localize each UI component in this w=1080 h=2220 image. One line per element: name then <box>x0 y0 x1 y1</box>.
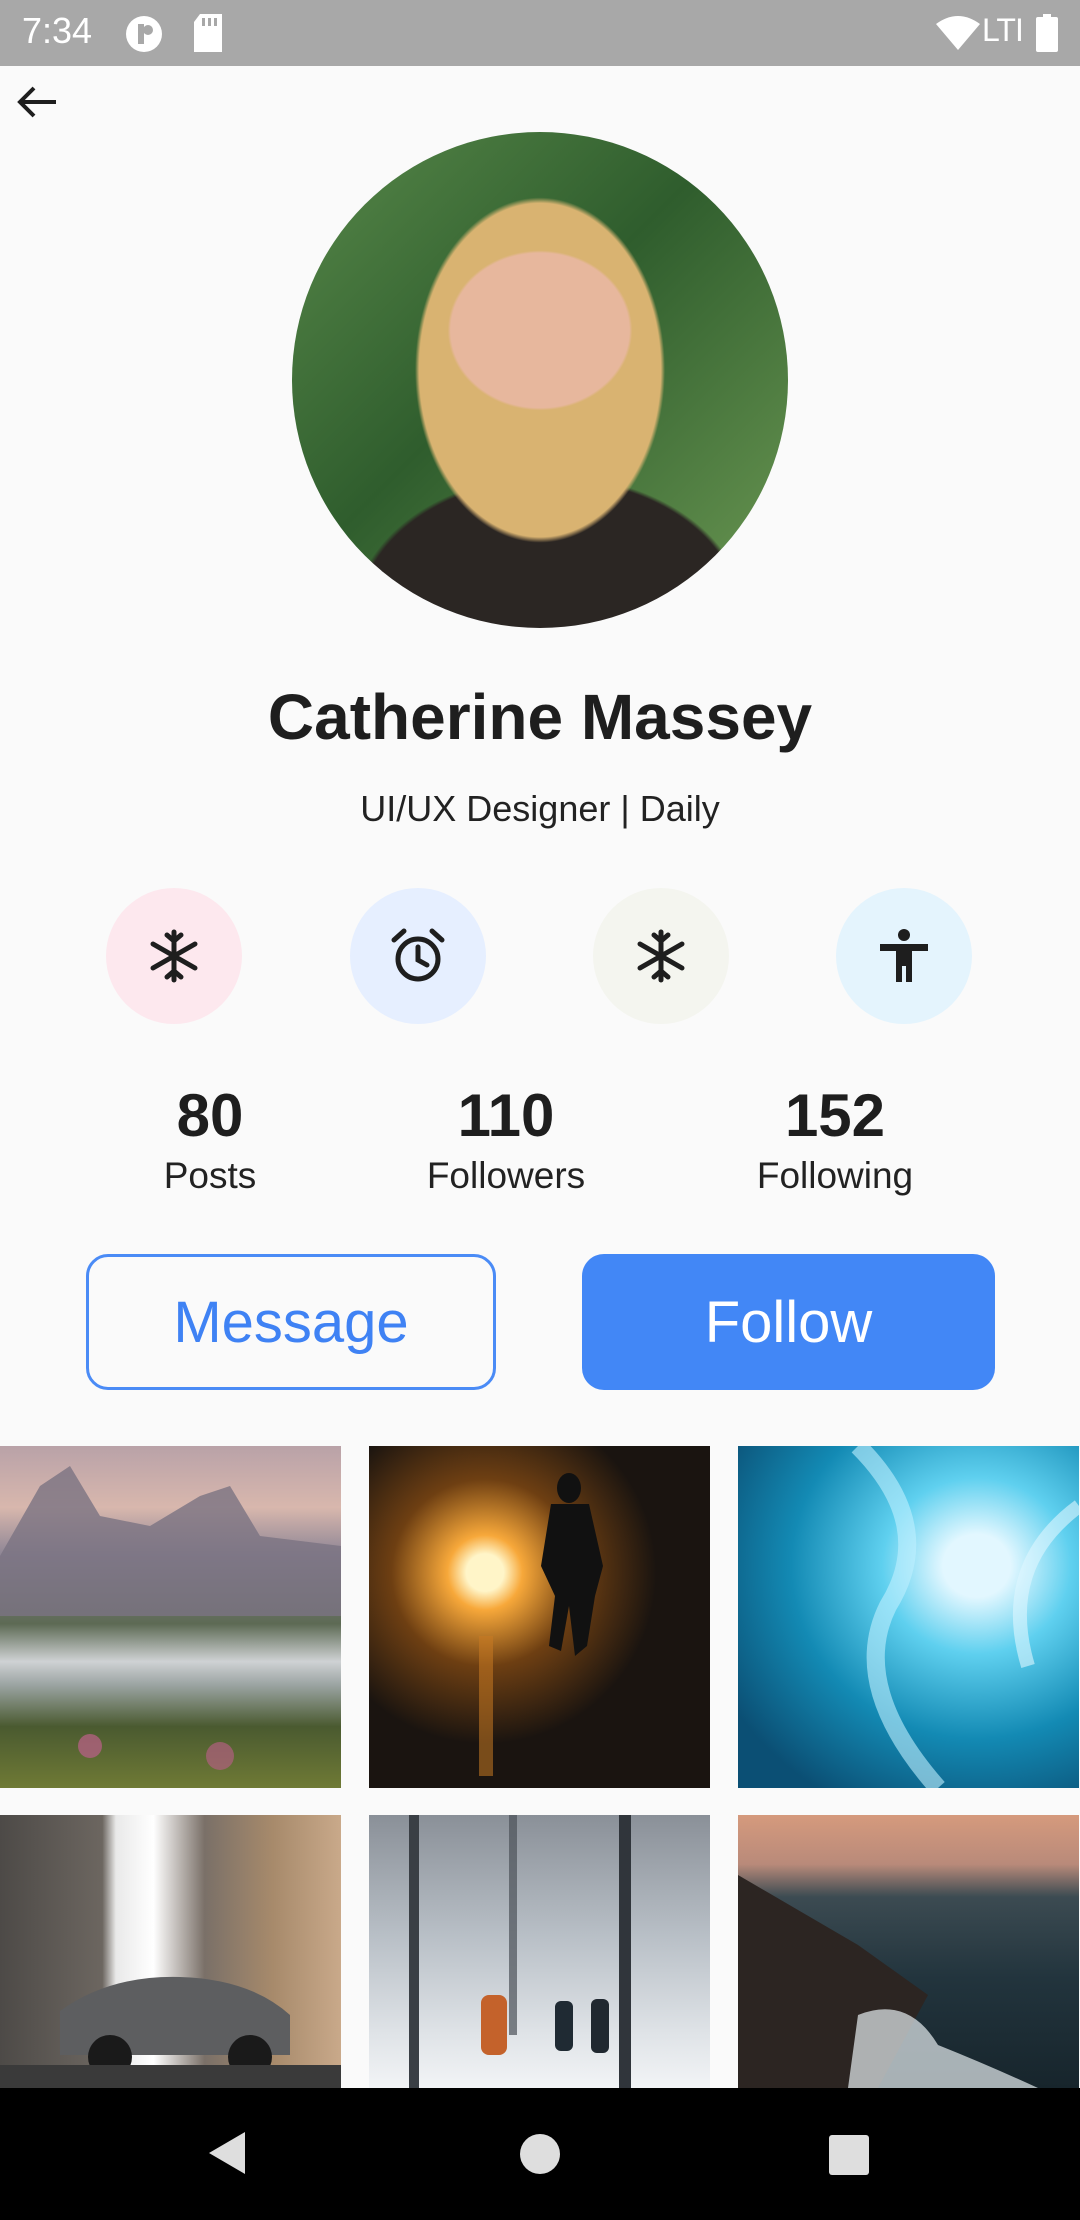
triangle-back-icon <box>209 2132 245 2174</box>
app-notification-icon <box>124 14 164 59</box>
profile-avatar <box>292 132 788 628</box>
network-type: LTI <box>982 12 1024 48</box>
following-label: Following <box>756 1155 914 1196</box>
status-bar: 7:34 LTI <box>0 0 1080 66</box>
followers-label: Followers <box>426 1155 586 1196</box>
photo-ice-cave[interactable] <box>738 1446 1079 1788</box>
walker-silhouette <box>479 1473 603 1776</box>
snowflake-icon <box>637 929 685 983</box>
circle-home-icon <box>520 2134 560 2174</box>
waves-rocks <box>738 1875 1038 2088</box>
feature-snowflake-2-button[interactable] <box>593 888 729 1024</box>
back-button[interactable] <box>12 78 62 128</box>
alarm-clock-icon <box>391 928 445 982</box>
snow-trees <box>409 1815 631 2088</box>
photo-ocean-rocks[interactable] <box>738 1815 1079 2088</box>
followers-count: 110 <box>457 1082 555 1149</box>
nav-recents-button[interactable] <box>828 2134 870 2181</box>
stat-following[interactable]: 152 Following <box>705 1080 965 1200</box>
follow-button[interactable]: Follow <box>582 1254 995 1390</box>
feature-accessibility-button[interactable] <box>836 888 972 1024</box>
posts-count: 80 <box>176 1082 244 1149</box>
status-time: 7:34 <box>22 10 93 51</box>
wifi-icon <box>936 16 980 55</box>
nav-home-button[interactable] <box>518 2132 562 2181</box>
nav-back-button[interactable] <box>205 2128 249 2183</box>
square-recents-icon <box>829 2135 869 2175</box>
photo-mountains-fog[interactable] <box>0 1446 341 1788</box>
message-button[interactable]: Message <box>86 1254 496 1390</box>
stat-posts[interactable]: 80 Posts <box>80 1080 340 1200</box>
sd-card-icon <box>192 14 224 57</box>
car-shape <box>0 1976 341 2088</box>
ice-texture <box>851 1446 1079 1788</box>
accessibility-person-icon <box>880 929 928 982</box>
snowflake-icon <box>150 929 198 983</box>
photo-night-walker[interactable] <box>369 1446 710 1788</box>
feature-alarm-button[interactable] <box>350 888 486 1024</box>
navigation-bar <box>0 2088 1080 2220</box>
photo-snowy-park[interactable] <box>369 1815 710 2088</box>
following-count: 152 <box>784 1082 886 1149</box>
profile-name: Catherine Massey <box>267 681 813 753</box>
profile-subtitle: UI/UX Designer | Daily <box>360 788 720 829</box>
mountain-shape <box>0 1466 341 1770</box>
photo-sports-car[interactable] <box>0 1815 341 2088</box>
posts-label: Posts <box>163 1155 257 1196</box>
stat-followers[interactable]: 110 Followers <box>376 1080 636 1200</box>
battery-icon <box>1036 14 1058 57</box>
arrow-left-icon <box>17 86 56 118</box>
feature-snowflake-button[interactable] <box>106 888 242 1024</box>
